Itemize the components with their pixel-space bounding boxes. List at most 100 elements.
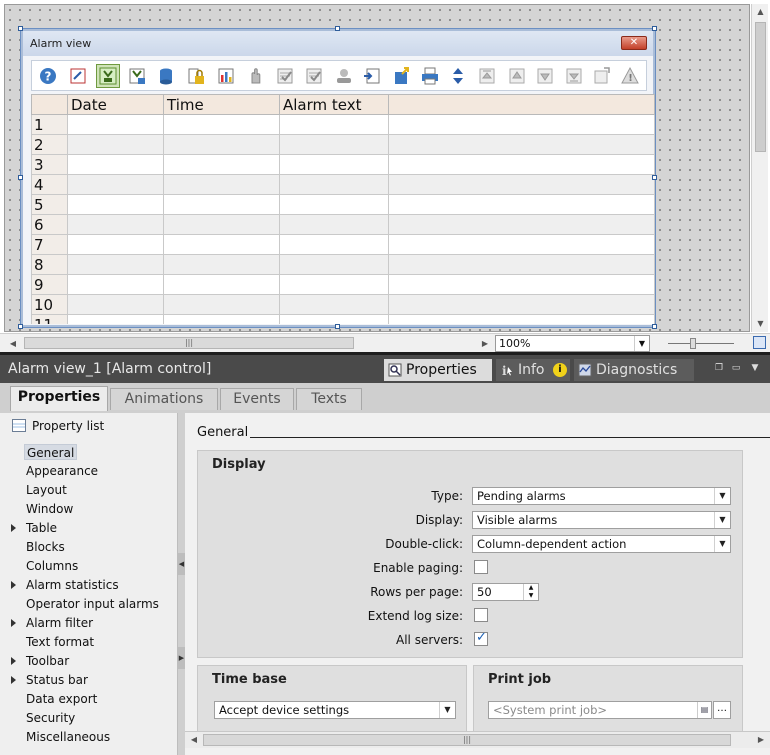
- scroll-left-icon[interactable]: ◀: [6, 336, 20, 351]
- table-cell[interactable]: [388, 234, 655, 255]
- table-row[interactable]: 5: [31, 194, 655, 215]
- loop-in-alarm-second-icon[interactable]: [125, 64, 149, 88]
- time-base-select[interactable]: Accept device settings ▼: [214, 701, 456, 719]
- float-window-icon[interactable]: ❐: [714, 363, 724, 373]
- table-row[interactable]: 2: [31, 134, 655, 155]
- table-cell[interactable]: [163, 234, 280, 255]
- table-cell[interactable]: [163, 214, 280, 235]
- table-cell[interactable]: [67, 294, 164, 315]
- spin-buttons[interactable]: ▲ ▼: [523, 584, 538, 600]
- property-list-header[interactable]: Property list: [12, 419, 104, 433]
- info-icon[interactable]: [590, 64, 614, 88]
- table-cell[interactable]: [67, 194, 164, 215]
- table-cell[interactable]: [163, 134, 280, 155]
- table-cell[interactable]: [388, 154, 655, 175]
- table-cell[interactable]: [279, 174, 389, 195]
- inspector-horizontal-scrollbar[interactable]: ◀ ||| ▶: [185, 731, 770, 748]
- lock-icon[interactable]: [184, 64, 208, 88]
- nav-item-operator-input-alarms[interactable]: Operator input alarms: [24, 596, 161, 612]
- print-job-field[interactable]: <System print job> ▤: [488, 701, 712, 719]
- table-cell[interactable]: [163, 314, 280, 324]
- table-cell[interactable]: [279, 294, 389, 315]
- minimize-icon[interactable]: ▭: [731, 363, 741, 373]
- table-cell[interactable]: [388, 274, 655, 295]
- column-header-date[interactable]: Date: [67, 94, 164, 115]
- table-cell[interactable]: [163, 114, 280, 135]
- table-row[interactable]: 4: [31, 174, 655, 195]
- table-cell[interactable]: [279, 254, 389, 275]
- table-cell[interactable]: [163, 174, 280, 195]
- table-cell[interactable]: [67, 254, 164, 275]
- list-icon[interactable]: ▤: [697, 702, 711, 718]
- table-cell[interactable]: [279, 154, 389, 175]
- table-cell[interactable]: [279, 234, 389, 255]
- double-click-select[interactable]: Column-dependent action ▼: [472, 535, 731, 553]
- panel-splitter[interactable]: ◀ ▶: [178, 413, 185, 755]
- print-icon[interactable]: [418, 64, 442, 88]
- table-cell[interactable]: [67, 234, 164, 255]
- rows-per-page-input[interactable]: 50 ▲ ▼: [472, 583, 539, 601]
- column-header-alarm-text[interactable]: Alarm text: [279, 94, 389, 115]
- nav-item-general[interactable]: General: [24, 444, 78, 460]
- expand-arrow-icon[interactable]: [11, 676, 16, 684]
- table-cell[interactable]: [163, 254, 280, 275]
- table-cell[interactable]: [388, 194, 655, 215]
- zoom-select[interactable]: 100% ▼: [495, 335, 650, 352]
- all-servers-checkbox[interactable]: ✓: [474, 630, 488, 646]
- page-first-icon[interactable]: [475, 64, 499, 88]
- type-select[interactable]: Pending alarms ▼: [472, 487, 731, 505]
- resize-handle[interactable]: [18, 175, 23, 180]
- page-last-icon[interactable]: [562, 64, 586, 88]
- scroll-left-icon[interactable]: ◀: [187, 732, 201, 748]
- table-cell[interactable]: [67, 114, 164, 135]
- nav-item-blocks[interactable]: Blocks: [24, 539, 67, 555]
- nav-item-appearance[interactable]: Appearance: [24, 463, 100, 479]
- table-cell[interactable]: [279, 274, 389, 295]
- nav-item-table[interactable]: Table: [24, 520, 59, 536]
- table-cell[interactable]: [388, 134, 655, 155]
- nav-item-window[interactable]: Window: [24, 501, 75, 517]
- table-cell[interactable]: [67, 154, 164, 175]
- subtab-animations[interactable]: Animations: [110, 388, 218, 410]
- checkbox-list-icon[interactable]: [273, 64, 297, 88]
- table-cell[interactable]: [279, 114, 389, 135]
- scroll-right-icon[interactable]: ▶: [478, 336, 492, 351]
- table-cell[interactable]: [388, 214, 655, 235]
- table-row[interactable]: 9: [31, 274, 655, 295]
- checkbox-list-second-icon[interactable]: [302, 64, 326, 88]
- table-cell[interactable]: [279, 194, 389, 215]
- expand-arrow-icon[interactable]: [11, 657, 16, 665]
- table-cell[interactable]: [163, 154, 280, 175]
- scroll-up-icon[interactable]: ▲: [752, 4, 769, 20]
- nav-item-toolbar[interactable]: Toolbar: [24, 653, 71, 669]
- expand-arrow-icon[interactable]: [11, 581, 16, 589]
- extend-log-size-checkbox[interactable]: [474, 608, 488, 622]
- scroll-thumb[interactable]: [755, 22, 766, 152]
- table-cell[interactable]: [279, 134, 389, 155]
- tab-info[interactable]: i Info i: [496, 359, 570, 381]
- table-cell[interactable]: [388, 314, 655, 324]
- table-cell[interactable]: [67, 314, 164, 324]
- resize-handle[interactable]: [652, 26, 657, 31]
- page-down-icon[interactable]: [533, 64, 557, 88]
- table-row[interactable]: 6: [31, 214, 655, 235]
- scroll-down-icon[interactable]: ▼: [752, 316, 769, 332]
- hand-acknowledge-icon[interactable]: [244, 64, 268, 88]
- nav-item-data-export[interactable]: Data export: [24, 691, 99, 707]
- table-row[interactable]: 11: [31, 314, 655, 324]
- nav-item-security[interactable]: Security: [24, 710, 77, 726]
- table-cell[interactable]: [163, 274, 280, 295]
- nav-item-status-bar[interactable]: Status bar: [24, 672, 90, 688]
- table-row[interactable]: 7: [31, 234, 655, 255]
- table-cell[interactable]: [388, 174, 655, 195]
- statistics-icon[interactable]: [214, 64, 238, 88]
- table-cell[interactable]: [67, 134, 164, 155]
- table-cell[interactable]: [388, 254, 655, 275]
- import-icon[interactable]: [360, 64, 384, 88]
- nav-item-columns[interactable]: Columns: [24, 558, 80, 574]
- table-row[interactable]: 10: [31, 294, 655, 315]
- table-cell[interactable]: [279, 314, 389, 324]
- table-cell[interactable]: [388, 114, 655, 135]
- expand-arrow-icon[interactable]: [11, 619, 16, 627]
- zoom-fit-icon[interactable]: [753, 336, 766, 349]
